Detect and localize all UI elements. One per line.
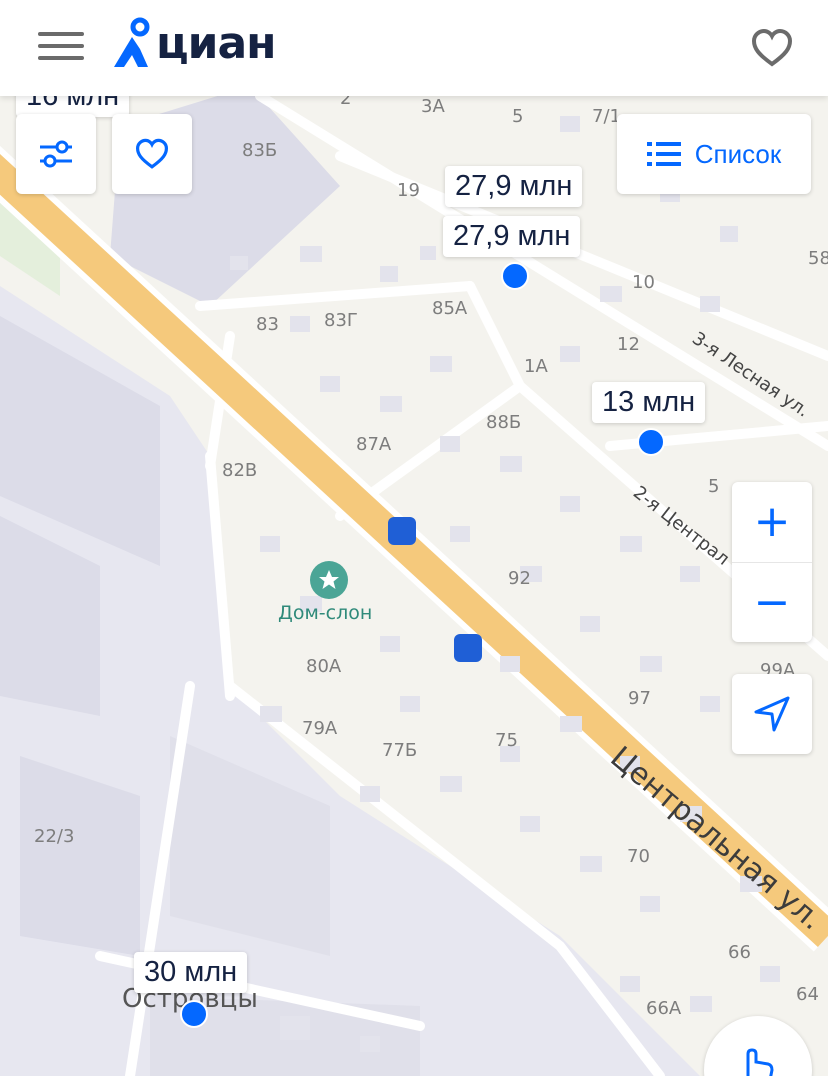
zoom-in-button[interactable]: + (732, 482, 812, 563)
locate-me-button[interactable] (732, 674, 812, 754)
poi-marker[interactable] (310, 561, 348, 599)
heart-icon[interactable] (750, 28, 794, 68)
bus-stop-icon[interactable] (388, 517, 416, 545)
cian-logo[interactable]: циан (110, 8, 277, 78)
price-label[interactable]: 27,9 млн (443, 216, 581, 257)
map-area[interactable]: 2 3А 5 7/1 83Б 19 58 10 85А 83 83Г 12 1А… (0, 96, 828, 1076)
heart-icon (135, 138, 169, 169)
building-number: 75 (495, 730, 518, 751)
logo-text: циан (156, 17, 277, 69)
listing-pin[interactable] (637, 428, 665, 456)
list-icon (646, 142, 681, 166)
building-number: 1А (524, 356, 548, 377)
building-number: 83 (256, 314, 279, 335)
building-number: 87А (356, 434, 392, 455)
zoom-out-button[interactable]: − (732, 563, 812, 643)
price-label[interactable]: 13 млн (592, 382, 706, 423)
zoom-in-icon: + (753, 496, 791, 548)
logo-pin-icon (114, 17, 150, 67)
building-number: 12 (617, 334, 640, 355)
building-number: 70 (627, 846, 650, 867)
building-number: 19 (397, 180, 420, 201)
building-number: 92 (508, 568, 531, 589)
building-number: 83Г (324, 310, 358, 331)
building-number: 64 (796, 984, 819, 1005)
building-number: 5 (512, 106, 524, 127)
price-label[interactable]: 27,9 млн (445, 166, 583, 207)
zoom-out-icon: − (753, 576, 791, 628)
building-number: 97 (628, 688, 651, 709)
building-number: 85А (432, 298, 468, 319)
star-icon (319, 570, 339, 589)
save-search-button[interactable] (112, 114, 192, 194)
building-number: 79А (302, 718, 338, 739)
building-number: 88Б (486, 412, 522, 433)
filters-icon (40, 140, 72, 168)
building-number: 77Б (382, 740, 418, 761)
building-number: 66 (728, 942, 751, 963)
building-number: 82В (222, 460, 258, 481)
building-number: 80А (306, 656, 342, 677)
app-header: циан (0, 0, 828, 96)
building-number: 2 (340, 96, 352, 109)
map-base (0, 96, 828, 1076)
listing-pin[interactable] (180, 1000, 208, 1028)
filters-button[interactable] (16, 114, 96, 194)
building-number: 58 (808, 248, 828, 269)
list-view-button[interactable]: Список (617, 114, 811, 194)
list-view-label: Список (694, 138, 782, 169)
hand-pointer-icon (746, 1048, 774, 1076)
building-number: 3А (421, 96, 445, 117)
building-number: 5 (708, 476, 720, 497)
poi-label: Дом-слон (278, 602, 373, 624)
bus-stop-icon[interactable] (454, 634, 482, 662)
navigation-arrow-icon (754, 696, 790, 732)
building-number: 83Б (242, 140, 278, 161)
building-number: 22/3 (34, 826, 75, 847)
price-label[interactable]: 30 млн (134, 952, 248, 993)
zoom-control: + − (732, 482, 812, 642)
building-number: 66А (646, 998, 682, 1019)
listing-pin[interactable] (501, 262, 529, 290)
hamburger-menu-icon[interactable] (38, 32, 84, 64)
building-number: 10 (632, 272, 655, 293)
